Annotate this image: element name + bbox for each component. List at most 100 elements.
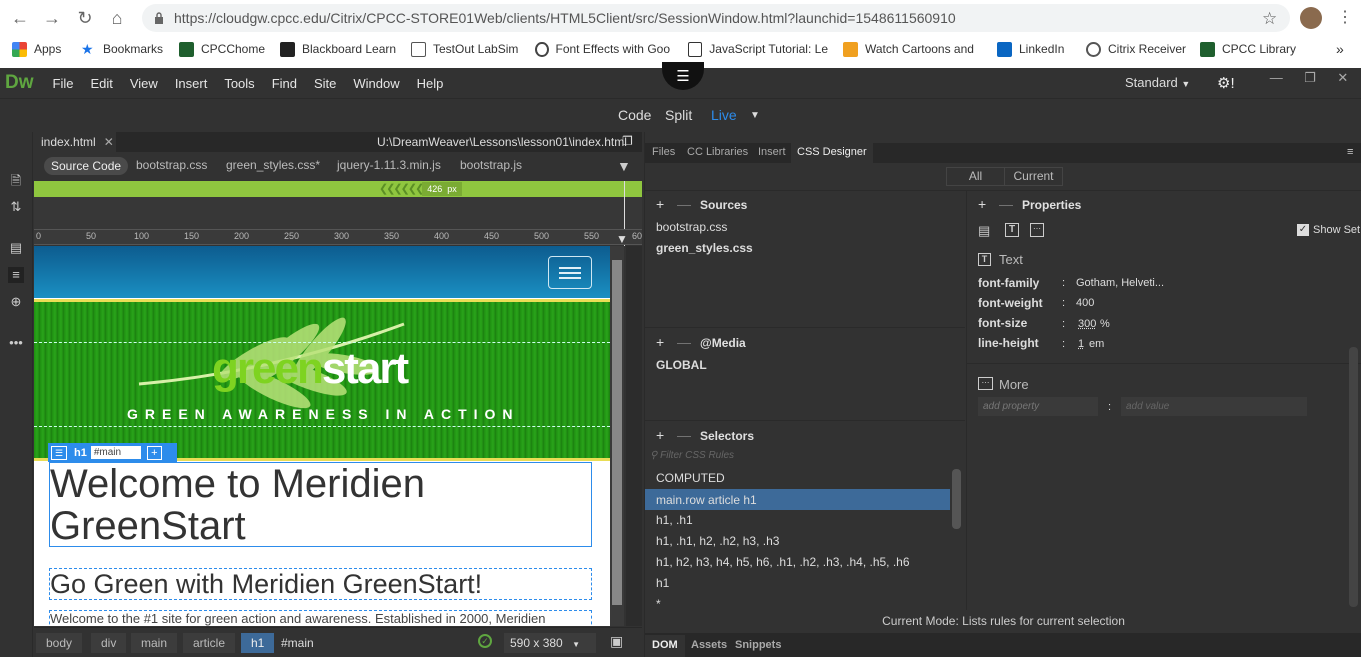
bookmark-fonteffects[interactable]: Font Effects with Goo [535, 38, 670, 60]
workspace-switcher[interactable]: Standard ▼ [1125, 75, 1190, 90]
filter-icon[interactable]: ▼ [617, 158, 631, 174]
bookmark-linkedin[interactable]: LinkedIn [997, 38, 1064, 60]
show-set-checkbox[interactable]: ✓ [1297, 224, 1309, 236]
back-icon[interactable]: ← [10, 8, 30, 28]
forward-icon[interactable]: → [42, 8, 62, 28]
prop-value[interactable]: 1 [1078, 338, 1084, 350]
prop-value[interactable]: 400 [1076, 297, 1094, 309]
doc-tab-index[interactable]: index.html ✕ [34, 132, 116, 152]
tab-snippets[interactable]: Snippets [735, 639, 781, 651]
add-source-icon[interactable]: + [656, 196, 664, 212]
selector-item[interactable]: COMPUTED [656, 471, 725, 485]
bookmark-cpcchome[interactable]: CPCChome [179, 38, 265, 60]
menu-file[interactable]: File [53, 76, 74, 91]
file-transfer-icon[interactable]: ⇅ [8, 199, 24, 215]
more-vert-icon[interactable]: ⋮ [1337, 7, 1353, 27]
bookmark-cartoons[interactable]: Watch Cartoons and [843, 38, 975, 60]
menu-window[interactable]: Window [353, 76, 399, 91]
prop-value[interactable]: 300 [1078, 318, 1096, 330]
restore-icon[interactable]: ❐ [1304, 70, 1316, 90]
related-source-code[interactable]: Source Code [44, 157, 129, 175]
layout-category-icon[interactable]: ▤ [978, 223, 990, 239]
element-hud[interactable]: ☰ h1 #main + [48, 443, 177, 462]
settings-gear-icon[interactable]: ⚙! [1217, 74, 1235, 92]
live-view-canvas[interactable]: greenstart GREEN AWARENESS IN ACTION ☰ h… [34, 246, 610, 626]
add-value-input[interactable]: add value [1121, 397, 1307, 416]
menu-tools[interactable]: Tools [224, 76, 254, 91]
remove-selector-icon[interactable]: — [677, 427, 691, 443]
menu-edit[interactable]: Edit [90, 76, 112, 91]
menu-find[interactable]: Find [272, 76, 297, 91]
selector-item[interactable]: h1, h2, h3, h4, h5, h6, .h1, .h2, .h3, .… [656, 555, 910, 569]
bookmark-testout[interactable]: TestOut LabSim [411, 38, 518, 60]
menu-site[interactable]: Site [314, 76, 336, 91]
add-property-icon[interactable]: + [978, 196, 986, 212]
format-source-icon[interactable]: ≡ [8, 267, 24, 283]
add-media-icon[interactable]: + [656, 334, 664, 350]
remove-source-icon[interactable]: — [677, 196, 691, 212]
tab-cc-libraries[interactable]: CC Libraries [687, 146, 748, 158]
prop-unit[interactable]: em [1089, 338, 1104, 350]
live-preview-icon[interactable]: ▣ [610, 633, 623, 650]
more-category-icon[interactable]: ⋯ [1030, 223, 1044, 237]
text-category-icon[interactable]: T [1005, 223, 1019, 237]
bookmark-apps[interactable]: Apps [12, 38, 61, 60]
mode-current-button[interactable]: Current [1005, 168, 1062, 185]
selector-item-selected[interactable]: main.row article h1 [645, 489, 950, 510]
filter-css-rules-input[interactable]: ⚲ Filter CSS Rules [650, 447, 950, 465]
view-mode-dropdown-icon[interactable]: ▼ [750, 110, 760, 121]
close-icon[interactable]: ✕ [1337, 70, 1348, 90]
selector-item[interactable]: h1, .h1, h2, .h2, h3, .h3 [656, 534, 779, 548]
window-size-select[interactable]: 590 x 380 ▼ [504, 633, 596, 653]
ruler-handle-icon[interactable]: ▼ [616, 232, 628, 246]
tab-files[interactable]: Files [652, 146, 675, 158]
prop-value[interactable]: Gotham, Helveti... [1076, 277, 1164, 289]
reload-icon[interactable]: ↻ [75, 8, 95, 28]
mode-all-button[interactable]: All [947, 168, 1005, 185]
tab-css-designer[interactable]: CSS Designer [791, 143, 873, 163]
tab-dom[interactable]: DOM [645, 635, 685, 657]
target-icon[interactable]: ⊕ [8, 294, 24, 310]
crumb-div[interactable]: div [91, 633, 127, 653]
crumb-id[interactable]: #main [271, 633, 324, 653]
home-icon[interactable]: ⌂ [107, 8, 127, 28]
add-property-input[interactable]: add property [978, 397, 1098, 416]
hud-id-field[interactable]: #main [90, 446, 141, 459]
remove-property-icon[interactable]: — [999, 196, 1013, 212]
media-query-width-bar[interactable]: ❮❮❮❮❮❮❮❮ 426 px [34, 181, 642, 197]
tab-assets[interactable]: Assets [691, 639, 727, 651]
star-icon[interactable]: ☆ [1262, 9, 1277, 29]
selected-h1[interactable]: Welcome to Meridien GreenStart [49, 462, 592, 547]
properties-scrollbar[interactable] [1349, 347, 1358, 607]
remove-media-icon[interactable]: — [677, 334, 691, 350]
selector-item[interactable]: h1 [656, 576, 669, 590]
add-selector-icon[interactable]: + [656, 427, 664, 443]
menu-view[interactable]: View [130, 76, 158, 91]
bookmark-citrix[interactable]: Citrix Receiver [1086, 38, 1186, 60]
selectors-scrollbar[interactable] [952, 469, 961, 529]
hud-add-class-icon[interactable]: + [146, 445, 162, 460]
related-bootstrap-css[interactable]: bootstrap.css [136, 158, 207, 172]
bookmark-jstutorial[interactable]: JavaScript Tutorial: Le [688, 38, 828, 60]
menu-help[interactable]: Help [417, 76, 444, 91]
source-item-green-styles[interactable]: green_styles.css [656, 241, 753, 255]
panel-menu-icon[interactable]: ≡ [1347, 146, 1353, 158]
view-split-button[interactable]: Split [665, 107, 692, 123]
menu-insert[interactable]: Insert [175, 76, 208, 91]
bookmarks-more-icon[interactable]: » [1336, 38, 1344, 60]
bookmark-cpcclibrary[interactable]: CPCC Library [1200, 38, 1296, 60]
canvas-scrollbar[interactable] [610, 246, 624, 626]
close-tab-icon[interactable]: ✕ [104, 135, 114, 149]
crumb-main[interactable]: main [131, 633, 178, 653]
related-green-styles[interactable]: green_styles.css* [226, 158, 320, 172]
scrollbar-thumb[interactable] [612, 260, 622, 605]
prop-unit[interactable]: % [1100, 318, 1110, 330]
bookmark-blackboard[interactable]: Blackboard Learn [280, 38, 396, 60]
related-jquery[interactable]: jquery-1.11.3.min.js [337, 158, 441, 172]
hud-menu-icon[interactable]: ☰ [51, 445, 67, 460]
address-bar[interactable]: https://cloudgw.cpcc.edu/Citrix/CPCC-STO… [142, 4, 1290, 32]
inspect-icon[interactable]: ▤ [8, 240, 24, 256]
crumb-article[interactable]: article [183, 633, 236, 653]
view-live-button[interactable]: Live [711, 107, 737, 123]
tab-insert[interactable]: Insert [758, 146, 786, 158]
